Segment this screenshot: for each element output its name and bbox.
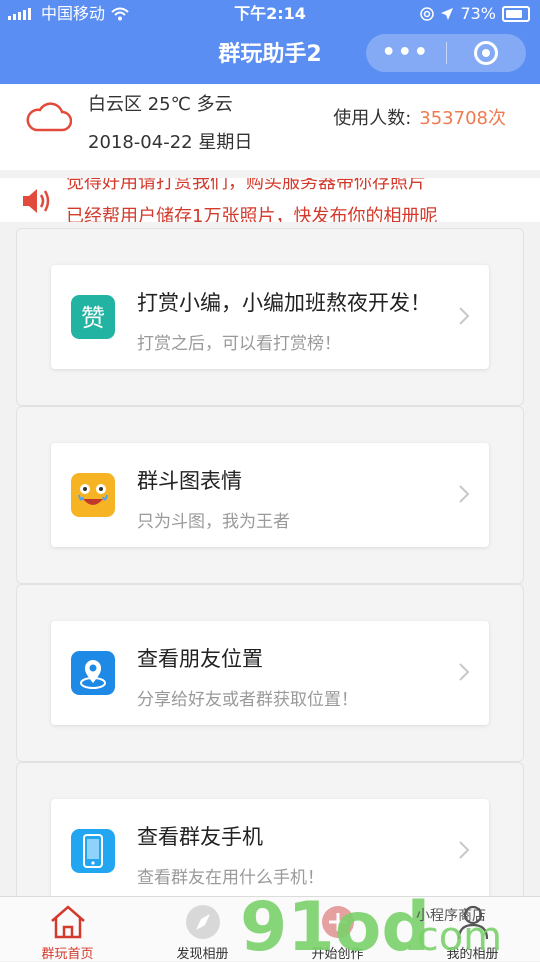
mini-program-capsule: ••• [366,34,526,72]
user-count-value: 353708次 [419,108,506,129]
meme-card[interactable]: 群斗图表情 只为斗图，我为王者 [51,443,489,547]
card-subtitle: 查看群友在用什么手机！ [137,868,324,888]
plus-icon [322,906,354,938]
notice-line-1: 觉得好用请打赏我们，购买服务器带你存照片 [66,178,426,193]
close-button[interactable] [447,41,527,65]
cloud-icon [26,102,72,132]
list-item: 查看朋友位置 分享给好友或者群获取位置！ [16,584,524,762]
weather-date-line: 2018-04-22 星期日 [88,128,252,154]
weather-panel: 白云区 25℃ 多云 2018-04-22 星期日 使用人数: 353708次 [0,84,540,170]
card-subtitle: 分享给好友或者群获取位置！ [137,690,358,710]
tab-home[interactable]: 群玩首页 [0,897,135,962]
card-title: 查看朋友位置 [137,647,263,671]
user-count: 使用人数: 353708次 [333,104,506,130]
card-subtitle: 打赏之后，可以看打赏榜！ [137,334,341,354]
weather-location: 白云区 [88,94,142,115]
tab-label: 我的相册 [446,947,499,962]
list-item: 赞 打赏小编，小编加班熬夜开发！ 打赏之后，可以看打赏榜！ [16,228,524,406]
list-item: 查看群友手机 查看群友在用什么手机！ [16,762,524,914]
speaker-icon [23,189,50,213]
at-icon [420,7,435,21]
chevron-right-icon [459,307,470,325]
svg-text:赞: 赞 [81,304,105,332]
notice-marquee: 觉得好用请打赏我们，购买服务器带你存照片 已经帮用户储存1万张照片，快发布你的相… [0,178,540,222]
reward-card[interactable]: 赞 打赏小编，小编加班熬夜开发！ 打赏之后，可以看打赏榜！ [51,265,489,369]
user-icon [457,905,489,940]
tab-bar: 群玩首页 发现相册 开始创作 我的相册 [0,896,540,962]
status-bar: 中国移动 下午2:14 73% [0,0,540,28]
card-subtitle: 只为斗图，我为王者 [137,512,290,532]
notice-line-2: 已经帮用户储存1万张照片，快发布你的相册呢 [66,206,438,222]
weather-date: 2018-04-22 [88,132,193,153]
chevron-right-icon [459,841,470,859]
location-icon [71,651,115,695]
list-item: 群斗图表情 只为斗图，我为王者 [16,406,524,584]
top-bar: 中国移动 下午2:14 73% 群玩助手2 ••• [0,0,540,84]
tab-label: 开始创作 [311,947,364,962]
tab-discover[interactable]: 发现相册 [135,897,270,962]
emoji-icon [71,473,115,517]
card-title: 群斗图表情 [137,469,242,493]
weather-condition: 多云 [196,94,233,115]
tab-label: 发现相册 [176,947,229,962]
tab-label: 群玩首页 [41,947,94,962]
weather-weekday: 星期日 [198,132,253,153]
chevron-right-icon [459,663,470,681]
weather-temperature: 25℃ [147,94,191,115]
card-title: 查看群友手机 [137,825,263,849]
friend-location-card[interactable]: 查看朋友位置 分享给好友或者群获取位置！ [51,621,489,725]
compass-icon [186,905,220,939]
user-count-label: 使用人数: [333,108,412,129]
zan-icon: 赞 [71,295,115,339]
battery-label: 73% [460,4,496,23]
home-icon [51,905,85,939]
more-button[interactable]: ••• [366,34,446,72]
friend-phone-card[interactable]: 查看群友手机 查看群友在用什么手机！ [51,799,489,903]
tab-create[interactable]: 开始创作 [270,897,405,962]
phone-icon [71,829,115,873]
location-arrow-icon [441,8,454,20]
card-title: 打赏小编，小编加班熬夜开发！ [137,291,431,315]
chevron-right-icon [459,485,470,503]
weather-location-line: 白云区 25℃ 多云 [88,90,233,116]
tab-my-album[interactable]: 我的相册 [405,897,540,962]
battery-icon [502,6,530,22]
target-icon [474,41,499,65]
